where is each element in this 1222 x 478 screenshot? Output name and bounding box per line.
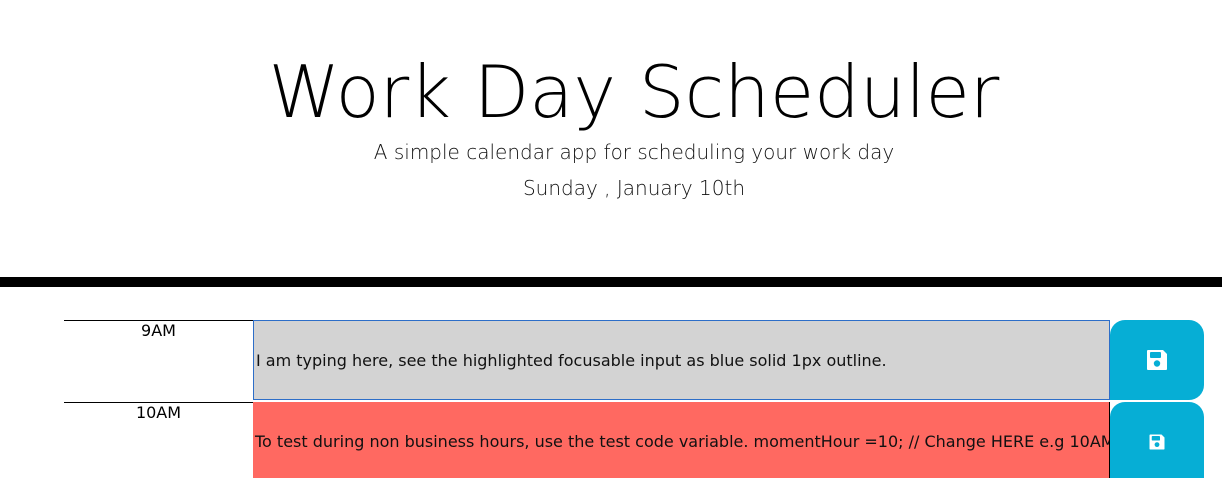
hour-label: 10AM (64, 402, 253, 478)
page-subtitle: A simple calendar app for scheduling you… (373, 140, 895, 164)
time-block-9am: 9AM I am typing here, see the highlighte… (64, 320, 1204, 400)
page-title: Work Day Scheduler (268, 50, 1000, 134)
floppy-disk-icon (1145, 348, 1169, 372)
save-button[interactable] (1110, 402, 1204, 478)
description-textarea[interactable]: To test during non business hours, use t… (253, 402, 1110, 478)
hour-label: 9AM (64, 320, 253, 400)
save-button[interactable] (1110, 320, 1204, 400)
description-textarea[interactable]: I am typing here, see the highlighted fo… (253, 320, 1110, 400)
floppy-disk-icon (1148, 433, 1166, 451)
header: Work Day Scheduler A simple calendar app… (0, 0, 1222, 277)
header-divider (0, 277, 1222, 287)
scheduler-page: Work Day Scheduler A simple calendar app… (0, 0, 1222, 478)
time-block-10am: 10AM To test during non business hours, … (64, 402, 1204, 478)
current-day: Sunday , January 10th (522, 176, 746, 200)
